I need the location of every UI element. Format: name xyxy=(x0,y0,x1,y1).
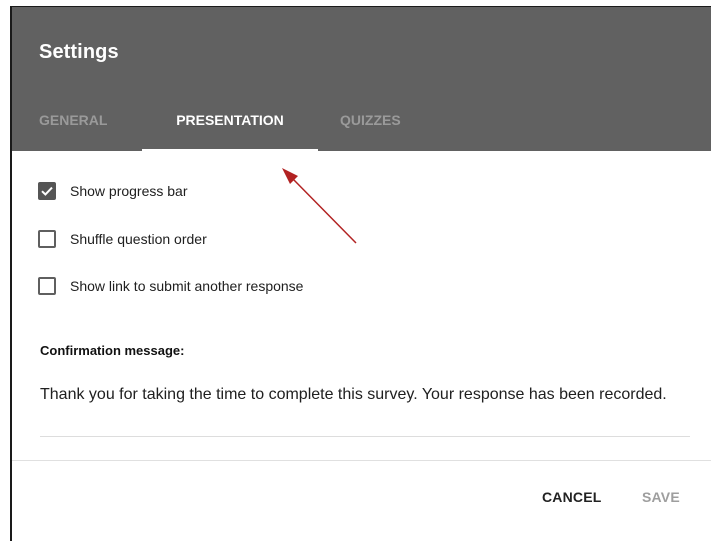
footer-divider xyxy=(12,460,711,461)
option-label: Show progress bar xyxy=(70,183,188,199)
tab-general[interactable]: GENERAL xyxy=(39,103,119,151)
dialog-header: Settings GENERAL PRESENTATION QUIZZES xyxy=(12,7,711,151)
tab-presentation[interactable]: PRESENTATION xyxy=(142,103,318,151)
option-label: Show link to submit another response xyxy=(70,278,304,294)
shuffle-checkbox[interactable] xyxy=(38,230,56,248)
progress-bar-checkbox[interactable] xyxy=(38,182,56,200)
input-underline xyxy=(40,436,690,437)
option-submit-another-response[interactable]: Show link to submit another response xyxy=(38,274,303,298)
save-button[interactable]: SAVE xyxy=(642,489,680,505)
option-shuffle-question-order[interactable]: Shuffle question order xyxy=(38,227,207,251)
option-show-progress-bar[interactable]: Show progress bar xyxy=(38,179,188,203)
tab-bar: GENERAL PRESENTATION QUIZZES xyxy=(12,103,711,151)
confirmation-message-label: Confirmation message: xyxy=(40,343,185,358)
cancel-button[interactable]: CANCEL xyxy=(542,489,602,505)
option-label: Shuffle question order xyxy=(70,231,207,247)
submit-another-checkbox[interactable] xyxy=(38,277,56,295)
settings-dialog: Settings GENERAL PRESENTATION QUIZZES Sh… xyxy=(10,6,711,541)
tab-quizzes[interactable]: QUIZZES xyxy=(340,103,420,151)
active-tab-indicator xyxy=(142,149,318,151)
check-icon xyxy=(41,186,53,196)
dialog-title: Settings xyxy=(39,41,119,63)
confirmation-message-input[interactable]: Thank you for taking the time to complet… xyxy=(40,383,690,407)
